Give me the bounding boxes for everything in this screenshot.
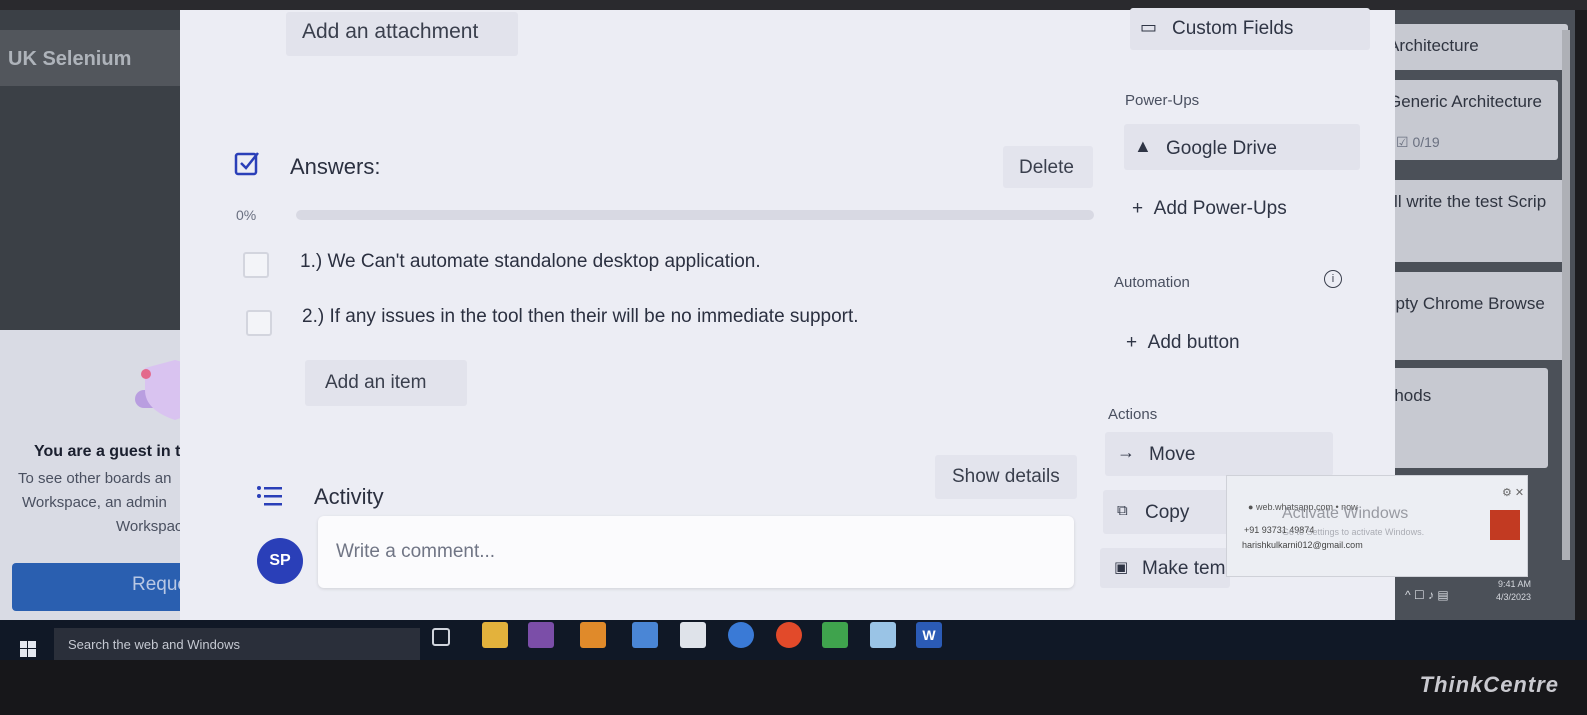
google-drive-button[interactable]: ▲ Google Drive <box>1124 124 1360 170</box>
task-view-icon[interactable] <box>432 628 450 646</box>
info-icon[interactable]: i <box>1324 270 1342 288</box>
add-button-button[interactable]: + Add button <box>1126 332 1240 354</box>
list-card-title: Empty Chrome Browse <box>1370 294 1545 313</box>
windows-start-icon[interactable] <box>20 641 36 657</box>
copy-label: Copy <box>1145 502 1190 523</box>
activity-title: Activity <box>314 484 384 509</box>
guest-text-line: Workspace, an admin <box>22 494 167 511</box>
avatar[interactable]: SP <box>257 538 303 584</box>
custom-fields-label: Custom Fields <box>1172 18 1294 39</box>
checklist-badge: ☑ 0/19 <box>1396 134 1440 150</box>
checklist-item-text[interactable]: 2.) If any issues in the tool then their… <box>302 306 859 328</box>
show-details-label: Show details <box>952 466 1060 487</box>
plus-icon: + <box>1126 332 1138 353</box>
delete-label: Delete <box>1019 157 1074 178</box>
custom-fields-button[interactable]: ▭ Custom Fields <box>1130 8 1370 50</box>
checklist-item-text[interactable]: 1.) We Can't automate standalone desktop… <box>300 251 761 273</box>
checklist-item-checkbox[interactable] <box>246 310 272 336</box>
plus-icon: + <box>1132 198 1144 219</box>
checklist-icon <box>234 152 259 176</box>
taskbar-search[interactable]: Search the web and Windows <box>54 628 420 660</box>
make-template-label: Make tem <box>1142 558 1226 579</box>
copy-button[interactable]: ⧉ Copy <box>1103 490 1233 534</box>
move-button[interactable]: → Move <box>1105 432 1333 476</box>
add-checklist-item-button[interactable]: Add an item <box>305 360 467 406</box>
add-button-label: Add button <box>1147 332 1240 353</box>
comment-input[interactable] <box>318 516 1074 588</box>
checklist-title[interactable]: Answers: <box>290 154 380 180</box>
app-icon[interactable] <box>870 622 896 648</box>
copy-icon: ⧉ <box>1117 502 1128 519</box>
notification-email: harishkulkarni012@gmail.com <box>1242 540 1363 550</box>
word-icon[interactable]: W <box>916 622 942 648</box>
system-tray-icons[interactable]: ^ ☐ ♪ ▤ <box>1405 588 1449 602</box>
automation-heading: Automation <box>1114 274 1190 291</box>
activity-list-icon <box>257 486 282 506</box>
actions-heading: Actions <box>1108 406 1158 423</box>
list-card-title: will write the test Scrip <box>1378 192 1547 211</box>
add-power-ups-button[interactable]: + Add Power-Ups <box>1132 198 1287 220</box>
list-card-title: Generic Architecture <box>1388 92 1543 111</box>
monitor-bezel-bottom <box>0 660 1587 715</box>
google-drive-label: Google Drive <box>1166 138 1277 159</box>
checklist-badge-count: 0/19 <box>1412 134 1440 150</box>
arrow-right-icon: → <box>1117 442 1135 462</box>
make-template-button[interactable]: ▣ Make tem <box>1100 548 1230 588</box>
board-title[interactable]: UK Selenium <box>8 48 131 71</box>
checklist-item-checkbox[interactable] <box>243 252 269 278</box>
excel-icon[interactable] <box>822 622 848 648</box>
checklist-progress-bar <box>296 210 1094 220</box>
guest-text-line: To see other boards an <box>18 470 172 487</box>
taskbar-search-text: Search the web and Windows <box>68 637 240 652</box>
close-icon[interactable]: ⚙ ✕ <box>1502 486 1524 499</box>
clock-time[interactable]: 9:41 AM <box>1498 579 1531 589</box>
add-power-ups-label: Add Power-Ups <box>1153 198 1287 219</box>
chrome-icon: ● <box>1248 502 1254 512</box>
custom-fields-icon: ▭ <box>1140 17 1158 37</box>
power-ups-heading: Power-Ups <box>1125 92 1200 109</box>
add-attachment-button[interactable]: Add an attachment <box>286 12 518 56</box>
activate-windows-subtext: Go to Settings to activate Windows. <box>1282 527 1425 537</box>
app-icon[interactable] <box>528 622 554 648</box>
app-icon[interactable] <box>580 622 606 648</box>
activate-windows-watermark: Activate Windows <box>1282 505 1409 522</box>
notification-image <box>1490 510 1520 540</box>
clock-date[interactable]: 4/3/2023 <box>1496 592 1531 602</box>
checklist-progress-percent: 0% <box>236 207 257 223</box>
add-item-label: Add an item <box>325 372 427 393</box>
media-icon[interactable] <box>728 622 754 648</box>
monitor-brand-logo: ThinkCentre <box>1419 672 1559 697</box>
store-icon[interactable] <box>680 622 706 648</box>
add-attachment-label: Add an attachment <box>302 20 479 43</box>
guest-title: You are a guest in t <box>34 443 181 460</box>
template-icon: ▣ <box>1114 559 1129 576</box>
google-drive-icon: ▲ <box>1134 136 1152 156</box>
list-card-title: Architecture <box>1388 36 1479 55</box>
delete-checklist-button[interactable]: Delete <box>1003 146 1093 188</box>
move-label: Move <box>1149 444 1196 465</box>
chrome-taskbar-icon[interactable] <box>632 622 658 648</box>
file-explorer-icon[interactable] <box>482 622 508 648</box>
show-details-button[interactable]: Show details <box>935 455 1077 499</box>
chrome-icon[interactable] <box>776 622 802 648</box>
board-scrollbar[interactable] <box>1562 30 1570 560</box>
